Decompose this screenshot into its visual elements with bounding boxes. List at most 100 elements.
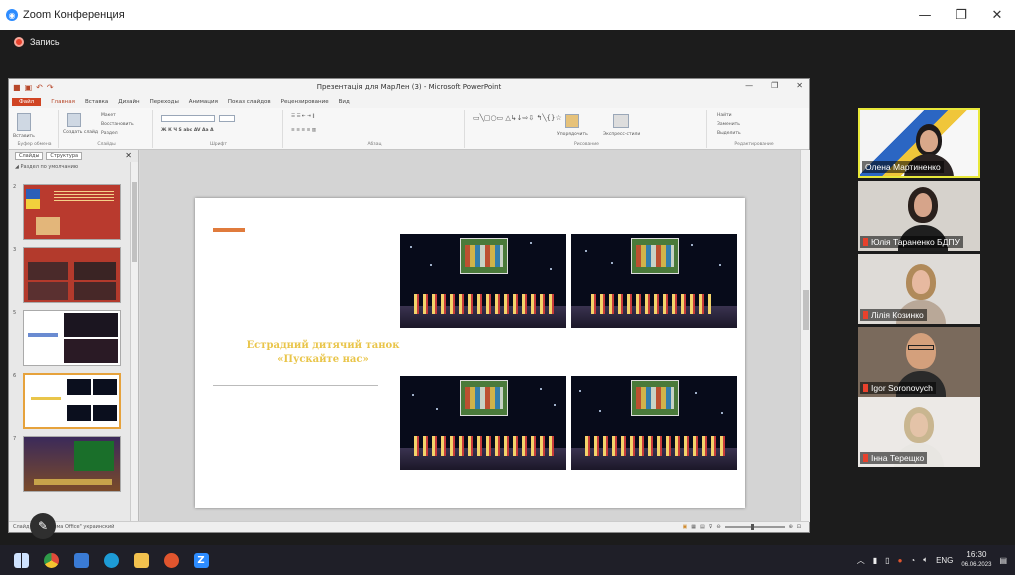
- file-manager-icon[interactable]: [66, 545, 96, 575]
- tab-animations[interactable]: Анимация: [189, 99, 218, 105]
- fit-to-window-icon[interactable]: ⊡: [797, 524, 801, 530]
- shapes-gallery-icon[interactable]: ▭╲▢○▭ △↳↓⇨⇩ ↰╲{}☆: [473, 114, 562, 122]
- quick-styles-button[interactable]: Экспресс-стили: [603, 132, 640, 137]
- participant-video[interactable]: Лілія Козинко: [858, 254, 980, 324]
- keyboard-language[interactable]: ENG: [936, 556, 953, 565]
- quick-styles-icon[interactable]: [613, 114, 629, 128]
- paste-icon[interactable]: [17, 113, 31, 131]
- tab-slides[interactable]: Слайды: [15, 152, 44, 160]
- participant-video[interactable]: Олена Мартиненко: [858, 108, 980, 178]
- list-icons[interactable]: ☰ ☰ ⇤ ⇥ ‖: [291, 114, 315, 119]
- zoom-taskbar-icon[interactable]: Z: [186, 545, 216, 575]
- system-tray: ︿ ▮ ▯ ● ◔ 🔈︎ ENG 16:30 06.06.2023 ▤: [857, 545, 1015, 575]
- tab-transitions[interactable]: Переходы: [150, 99, 179, 105]
- pen-icon[interactable]: ✎: [30, 513, 56, 539]
- tab-review[interactable]: Рецензирование: [281, 99, 329, 105]
- zoom-slider[interactable]: [724, 524, 785, 530]
- select-button[interactable]: Выделить: [717, 131, 741, 136]
- tab-outline[interactable]: Структура: [46, 152, 83, 160]
- tab-slideshow[interactable]: Показ слайдов: [228, 99, 271, 105]
- align-icons[interactable]: ≡ ≡ ≡ ≡ ▥: [291, 128, 316, 133]
- font-size-field[interactable]: [219, 115, 235, 122]
- minimize-button[interactable]: —: [907, 0, 943, 30]
- app-icon[interactable]: [156, 545, 186, 575]
- arrange-icon[interactable]: [565, 114, 579, 128]
- reset-button[interactable]: Восстановить: [101, 122, 134, 127]
- tab-home[interactable]: Главная: [51, 99, 75, 105]
- slide-number: 6: [13, 373, 17, 379]
- arrange-button[interactable]: Упорядочить: [557, 132, 588, 137]
- close-button[interactable]: ✕: [979, 0, 1015, 30]
- tray-chevron-icon[interactable]: ︿: [857, 555, 865, 566]
- slide-title[interactable]: Естрадний дитячий танок «Пускайте нас»: [223, 339, 423, 367]
- current-slide[interactable]: Естрадний дитячий танок «Пускайте нас»: [195, 198, 745, 508]
- edit-area-scrollbar[interactable]: [800, 150, 810, 522]
- section-header[interactable]: ◢ Раздел по умолчанию: [9, 162, 138, 172]
- slideshow-view-icon[interactable]: ⊽: [709, 524, 713, 530]
- tab-insert[interactable]: Вставка: [85, 99, 108, 105]
- zoom-in-icon[interactable]: ⊕: [789, 524, 793, 530]
- ppt-close-icon[interactable]: ✕: [796, 81, 803, 90]
- slide-number: 2: [13, 184, 17, 190]
- ribbon-group-label: Абзац: [367, 142, 382, 147]
- recording-label: Запись: [30, 37, 60, 47]
- network-icon[interactable]: ▮: [873, 556, 877, 565]
- zoom-logo-icon: ◉: [6, 9, 18, 21]
- ribbon-group-label: Редактирование: [734, 142, 774, 147]
- wifi-icon[interactable]: ◔: [910, 556, 915, 565]
- find-button[interactable]: Найти: [717, 113, 732, 118]
- tab-design[interactable]: Дизайн: [118, 99, 139, 105]
- clock[interactable]: 16:30 06.06.2023: [961, 550, 991, 570]
- dance-photo-4[interactable]: [571, 376, 737, 470]
- slide-thumbnail[interactable]: 3: [13, 247, 131, 305]
- normal-view-icon[interactable]: ▣: [683, 524, 688, 530]
- tab-file[interactable]: Файл: [12, 97, 42, 106]
- dance-photo-2[interactable]: [571, 234, 737, 328]
- explorer-icon[interactable]: [126, 545, 156, 575]
- ribbon-group-paragraph: ☰ ☰ ⇤ ⇥ ‖ ≡ ≡ ≡ ≡ ▥ Абзац: [285, 110, 465, 148]
- slide-title-line: Естрадний дитячий танок: [246, 340, 400, 351]
- volume-icon[interactable]: 🔈︎: [923, 555, 928, 565]
- window-title: Zoom Конференция: [23, 9, 125, 21]
- ribbon-group-editing: Найти Заменить Выделить Редактирование: [709, 110, 799, 148]
- tab-view[interactable]: Вид: [339, 99, 350, 105]
- chrome-icon[interactable]: [36, 545, 66, 575]
- slide-number: 3: [13, 247, 17, 253]
- font-format-icons[interactable]: Ж К Ч S abc AV Aa A: [161, 128, 214, 133]
- participant-video[interactable]: Інна Терещко: [858, 397, 980, 467]
- layout-button[interactable]: Макет: [101, 113, 116, 118]
- participant-video[interactable]: Igor Soronovych: [858, 327, 980, 397]
- paste-button[interactable]: Вставить: [13, 134, 35, 139]
- section-button[interactable]: Раздел: [101, 131, 118, 136]
- reading-view-icon[interactable]: ▤: [700, 524, 705, 530]
- ppt-restore-icon[interactable]: ❐: [771, 81, 778, 90]
- slides-pane-scrollbar[interactable]: [130, 162, 138, 522]
- pane-close-icon[interactable]: ✕: [125, 151, 132, 160]
- slide-number: 7: [13, 436, 17, 442]
- maximize-button[interactable]: ❐: [943, 0, 979, 30]
- slide-thumbnail[interactable]: 7: [13, 436, 131, 494]
- start-icon[interactable]: [6, 545, 36, 575]
- new-slide-icon[interactable]: [67, 113, 81, 127]
- dance-photo-3[interactable]: [400, 376, 566, 470]
- create-slide-button[interactable]: Создать слайд: [63, 130, 98, 135]
- battery-icon[interactable]: ▯: [885, 556, 889, 565]
- ppt-minimize-icon[interactable]: —: [745, 81, 753, 90]
- view-controls: ▣ ▦ ▤ ⊽ ⊖ ⊕ ⊡: [683, 524, 801, 530]
- zoom-out-icon[interactable]: ⊖: [716, 524, 720, 530]
- participant-video[interactable]: Юлія Тараненко БДПУ: [858, 181, 980, 251]
- sorter-view-icon[interactable]: ▦: [691, 524, 696, 530]
- slide-thumbnail[interactable]: 5: [13, 310, 131, 368]
- font-name-field[interactable]: [161, 115, 215, 122]
- scrollbar-thumb[interactable]: [803, 290, 809, 330]
- replace-button[interactable]: Заменить: [717, 122, 740, 127]
- notifications-icon[interactable]: ▤: [999, 556, 1007, 565]
- glasses-icon: [908, 345, 934, 350]
- recording-indicator[interactable]: Запись: [14, 37, 60, 47]
- slide-thumbnail-selected[interactable]: 6: [13, 373, 131, 431]
- dance-photo-1[interactable]: [400, 234, 566, 328]
- edge-icon[interactable]: [96, 545, 126, 575]
- app-tray-icon[interactable]: ●: [898, 556, 903, 565]
- slide-thumbnail[interactable]: 2: [13, 184, 131, 242]
- scrollbar-thumb[interactable]: [132, 182, 137, 262]
